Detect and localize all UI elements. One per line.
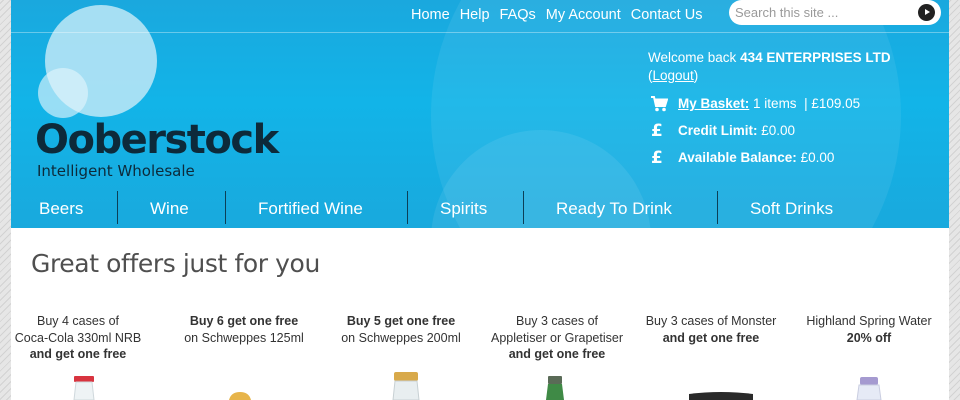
top-link-contact-us[interactable]: Contact Us [631,6,703,24]
main-nav: Beers Wine Fortified Wine Spirits Ready … [11,190,949,228]
offer-card-highland-spring[interactable]: Highland Spring Water 20% off [791,313,947,346]
offer-line: Buy 3 cases of [516,314,598,328]
offer-line: Buy 3 cases of Monster [645,314,777,328]
offer-line: on Schweppes 125ml [184,330,304,345]
offer-highlight: 20% off [846,330,892,345]
top-link-home[interactable]: Home [411,6,450,24]
basket-summary: My Basket: 1 items | £109.05 [678,95,860,113]
company-name: 434 ENTERPRISES LTD [740,50,891,65]
logout-line: (Logout) [648,67,944,85]
nav-beers[interactable]: Beers [39,190,83,228]
credit-limit: Credit Limit: £0.00 [678,122,795,140]
available-balance-value: £0.00 [800,150,835,165]
schweppes-200ml-bottle-image[interactable] [391,372,421,400]
top-links: Home Help FAQs My Account Contact Us [411,4,712,24]
my-basket-link[interactable]: My Basket: [678,96,749,111]
credit-limit-label: Credit Limit: [678,123,758,138]
credit-limit-value: £0.00 [761,123,796,138]
nav-separator [225,191,226,224]
logout-link[interactable]: Logout [653,68,694,83]
offer-highlight: Buy 5 get one free [346,314,456,328]
available-balance: Available Balance: £0.00 [678,149,834,167]
offer-line: Highland Spring Water [806,314,932,328]
offer-highlight: and get one free [29,347,127,361]
search-box [729,0,941,25]
nav-fortified-wine[interactable]: Fortified Wine [258,190,363,228]
account-panel: Welcome back 434 ENTERPRISES LTD (Logout… [648,49,944,167]
offer-line: Appletiser or Grapetiser [490,330,623,345]
page: Ooberstock Intelligent Wholesale Home Hel… [11,0,949,400]
offer-line: Buy 4 cases of [37,314,119,328]
monster-can-image[interactable] [687,390,755,400]
basket-separator: | [804,96,808,111]
nav-separator [717,191,718,224]
offer-card-monster[interactable]: Buy 3 cases of Monster and get one free [633,313,789,346]
top-link-faqs[interactable]: FAQs [500,6,536,24]
offer-line: on Schweppes 200ml [341,330,461,345]
search-input[interactable] [735,3,911,22]
site-header: Ooberstock Intelligent Wholesale Home Hel… [11,0,949,228]
nav-spirits[interactable]: Spirits [440,190,487,228]
logo-tagline: Intelligent Wholesale [37,162,195,180]
logo-circle-small [38,68,88,118]
offer-card-schweppes-200ml[interactable]: Buy 5 get one free on Schweppes 200ml [323,313,479,346]
coca-cola-bottle-image[interactable] [71,376,97,400]
nav-separator [407,191,408,224]
search-go-icon[interactable] [918,4,935,21]
logout-paren-close: ) [693,68,699,83]
page-title: Great offers just for you [31,249,320,278]
offer-card-schweppes-125ml[interactable]: Buy 6 get one free on Schweppes 125ml [166,313,322,346]
nav-separator [117,191,118,224]
cart-icon [651,96,668,112]
highland-spring-bottle-image[interactable] [856,377,882,400]
welcome-text: Welcome back [648,50,737,65]
pound-icon: £ [651,121,663,141]
offer-highlight: Buy 6 get one free [189,314,299,328]
nav-wine[interactable]: Wine [150,190,189,228]
top-link-help[interactable]: Help [460,6,490,24]
offer-card-coca-cola[interactable]: Buy 4 cases of Coca-Cola 330ml NRB and g… [11,313,156,363]
nav-separator [523,191,524,224]
pound-icon: £ [651,148,663,168]
schweppes-125ml-bottle-image[interactable] [225,392,255,400]
appletiser-bottle-image[interactable] [544,376,566,400]
basket-items: 1 items [753,96,797,111]
nav-ready-to-drink[interactable]: Ready To Drink [556,190,672,228]
site-logo[interactable]: Ooberstock [35,118,279,162]
welcome-line: Welcome back 434 ENTERPRISES LTD [648,49,944,67]
offer-highlight: and get one free [662,330,760,345]
offer-highlight: and get one free [508,347,606,361]
basket-total: £109.05 [811,96,861,111]
nav-soft-drinks[interactable]: Soft Drinks [750,190,833,228]
top-link-my-account[interactable]: My Account [546,6,621,24]
offer-card-appletiser[interactable]: Buy 3 cases of Appletiser or Grapetiser … [479,313,635,363]
offer-line: Coca-Cola 330ml NRB [14,330,142,345]
available-balance-label: Available Balance: [678,150,797,165]
top-bar: Home Help FAQs My Account Contact Us [11,0,949,33]
